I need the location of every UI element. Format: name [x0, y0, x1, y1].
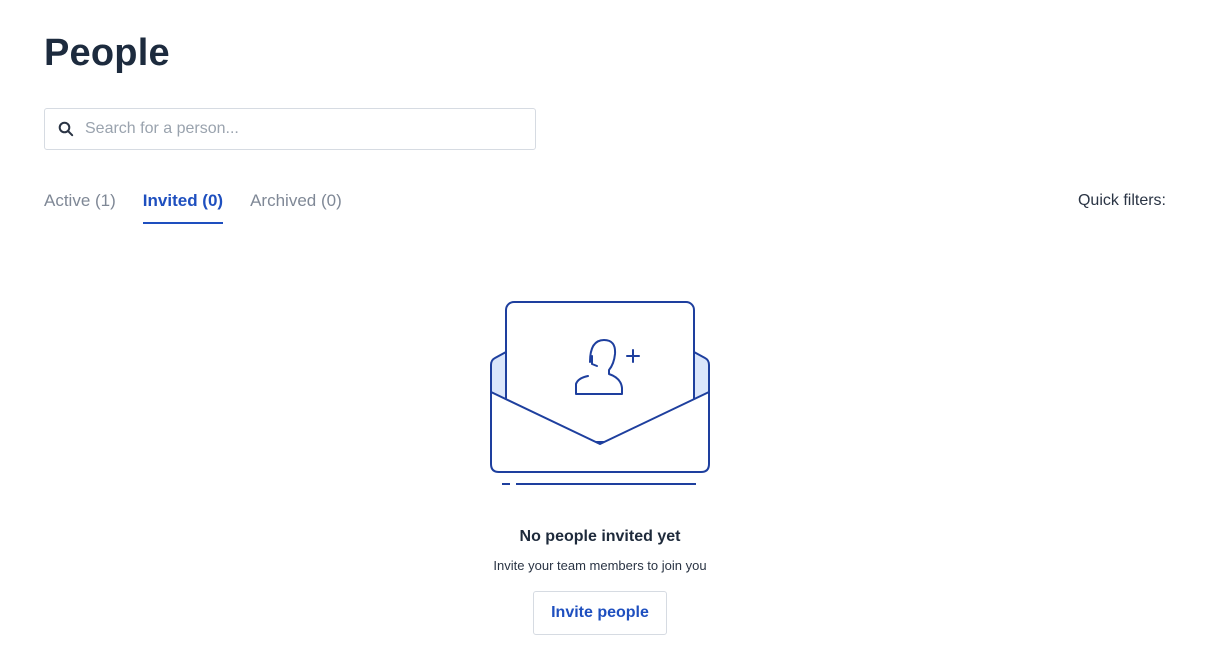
people-page: People Active (1) Invited (0) Archived (…: [0, 0, 1210, 668]
quick-filters-label: Quick filters:: [1077, 192, 1166, 209]
tab-invited[interactable]: Invited (0): [142, 186, 224, 224]
search-icon: [57, 120, 75, 138]
tab-bar: Active (1) Invited (0) Archived (0): [44, 186, 369, 226]
envelope-invite-icon: [490, 301, 710, 485]
invite-people-button[interactable]: Invite people: [533, 591, 667, 635]
page-title: People: [44, 32, 170, 74]
empty-state-title: No people invited yet: [519, 528, 681, 545]
tab-archived[interactable]: Archived (0): [250, 186, 342, 224]
empty-state-subtitle: Invite your team members to join you: [493, 558, 707, 573]
empty-state: No people invited yet Invite your team m…: [419, 296, 781, 635]
tab-active[interactable]: Active (1): [44, 186, 116, 224]
search-box[interactable]: [44, 108, 536, 150]
search-input[interactable]: [83, 109, 535, 149]
